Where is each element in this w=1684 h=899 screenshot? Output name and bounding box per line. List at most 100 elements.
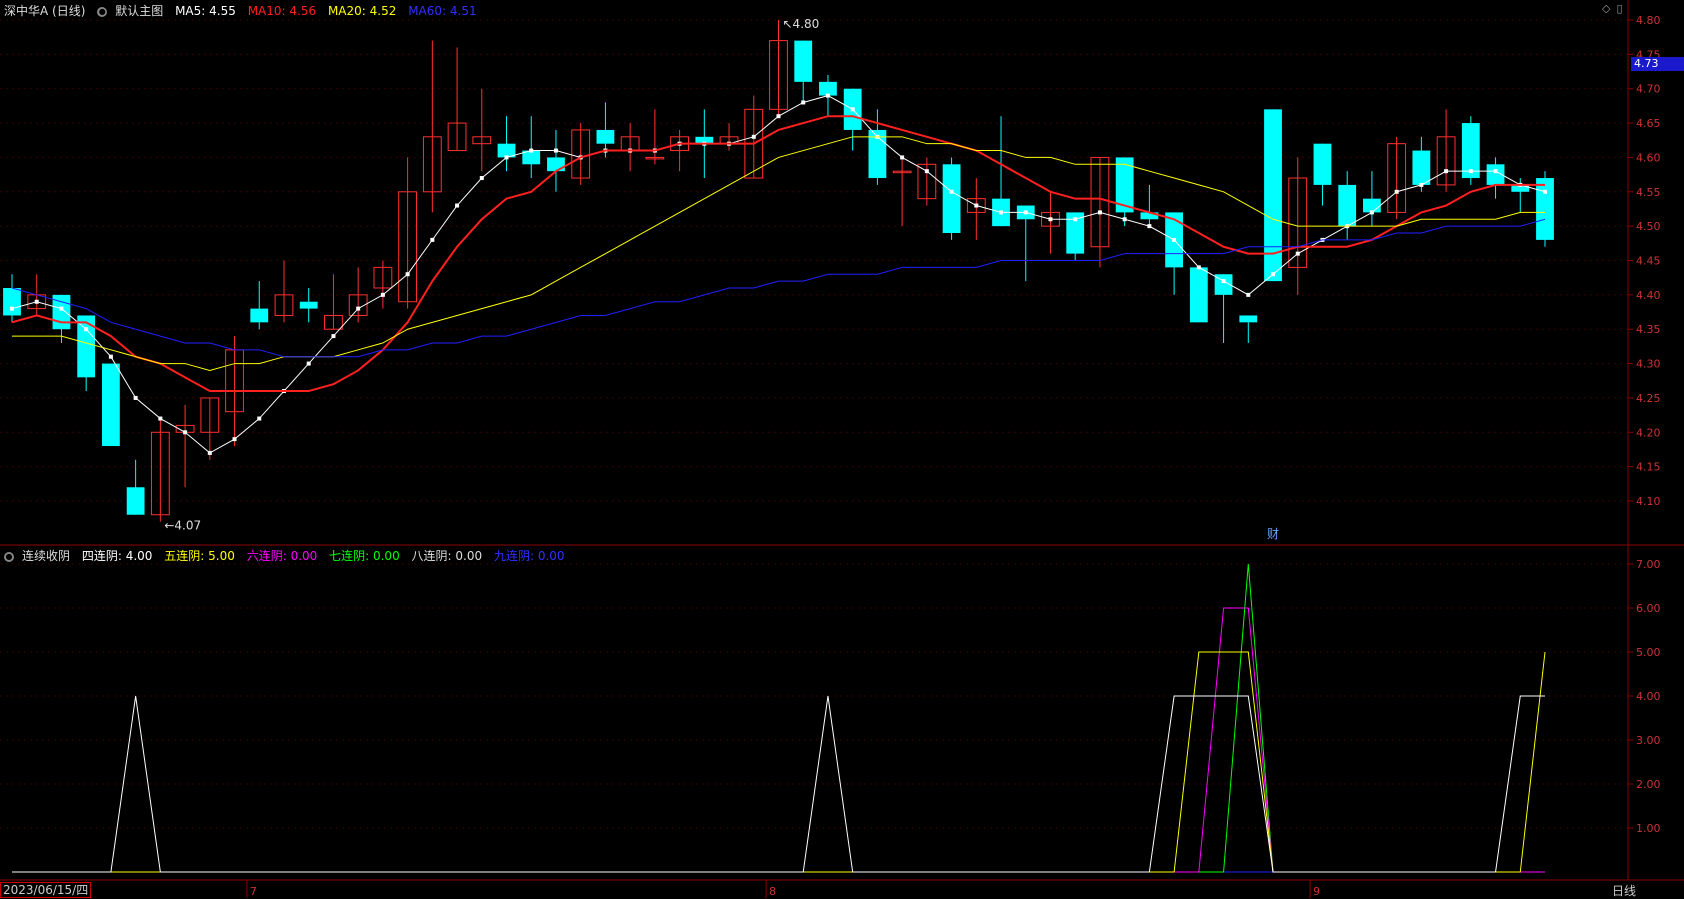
ma5-point bbox=[949, 189, 954, 194]
ma-line-ma60 bbox=[11, 218, 1546, 358]
y-tick-label: 4.15 bbox=[1636, 461, 1661, 474]
y-tick-label: 3.00 bbox=[1636, 734, 1661, 747]
ma5-point bbox=[1221, 279, 1226, 284]
ma5-point bbox=[1444, 169, 1449, 174]
current-price-tag: 4.73 bbox=[1631, 57, 1684, 71]
candle-body-down bbox=[1412, 150, 1431, 185]
ma5-point bbox=[1295, 251, 1300, 256]
candle-body-down bbox=[250, 308, 269, 323]
ma5-point bbox=[34, 299, 39, 304]
ma5-point bbox=[10, 306, 14, 311]
ma5-point bbox=[1493, 169, 1498, 174]
ma5-point bbox=[1271, 272, 1276, 277]
candle-body-down bbox=[1363, 198, 1381, 213]
y-tick-label: 4.50 bbox=[1636, 220, 1661, 233]
stock-title: 深中华A (日线) bbox=[4, 4, 86, 18]
corner-icons: ◇ ▯ bbox=[1596, 2, 1623, 15]
ma5-point bbox=[1246, 292, 1251, 297]
ma5-point bbox=[1023, 210, 1028, 215]
ma5-point bbox=[776, 114, 781, 119]
ind-8-label: 八连阴: 0.00 bbox=[411, 549, 483, 563]
ma5-point bbox=[430, 237, 435, 242]
ma5-point bbox=[825, 93, 830, 98]
ma5-point bbox=[405, 272, 410, 277]
y-tick-label: 4.60 bbox=[1636, 151, 1661, 164]
y-tick-label: 4.20 bbox=[1636, 426, 1661, 439]
ma5-point bbox=[84, 327, 89, 332]
ma5-point bbox=[850, 107, 855, 112]
ma60-label: MA60: 4.51 bbox=[408, 4, 477, 18]
ma5-point bbox=[801, 100, 806, 105]
candle-body-down bbox=[1264, 109, 1282, 282]
y-tick-label: 4.25 bbox=[1636, 392, 1661, 405]
indicator-line bbox=[12, 563, 1545, 873]
ma5-point bbox=[108, 354, 113, 359]
settings-icon[interactable]: ● bbox=[97, 6, 108, 17]
month-label: 7 bbox=[250, 885, 257, 898]
ma5-point bbox=[751, 134, 756, 139]
low-price-label: ←4.07 bbox=[164, 519, 201, 533]
ma5-point bbox=[183, 430, 188, 435]
ind-7-label: 七连阴: 0.00 bbox=[329, 549, 400, 563]
y-tick-label: 4.55 bbox=[1636, 186, 1661, 199]
ma5-point bbox=[1048, 217, 1053, 222]
month-label: 9 bbox=[1313, 885, 1320, 898]
indicator-settings-icon[interactable]: ● bbox=[4, 551, 14, 562]
ma5-point bbox=[1172, 237, 1177, 242]
y-tick-label: 4.80 bbox=[1636, 14, 1661, 27]
ind-6-label: 六连阴: 0.00 bbox=[246, 549, 318, 563]
ma5-point bbox=[504, 155, 509, 160]
candle-body-down bbox=[547, 157, 565, 172]
candle-body-down bbox=[1313, 143, 1332, 185]
ind-4-label: 四连阴: 4.00 bbox=[81, 549, 153, 563]
ma5-point bbox=[1073, 217, 1078, 222]
ma5-point bbox=[900, 155, 905, 160]
ma5-point bbox=[306, 361, 311, 366]
high-price-label: ↖4.80 bbox=[783, 17, 820, 31]
ma5-point bbox=[974, 203, 979, 208]
candle-body-down bbox=[596, 129, 615, 144]
candle-body-down bbox=[1239, 315, 1258, 323]
candle-body-down bbox=[126, 487, 145, 515]
diamond-icon[interactable]: ◇ bbox=[1602, 2, 1610, 15]
ma5-point bbox=[529, 148, 534, 153]
ma5-point bbox=[331, 334, 336, 339]
ma5-point bbox=[924, 169, 929, 174]
period-button[interactable]: 日线 bbox=[1612, 882, 1636, 899]
indicator-header: ● 连续收阴 四连阴: 4.00 五连阴: 5.00 六连阴: 0.00 七连阴:… bbox=[4, 547, 573, 564]
finance-marker: 财 bbox=[1267, 527, 1279, 541]
indicator-name[interactable]: 连续收阴 bbox=[22, 549, 70, 563]
ma5-point bbox=[356, 306, 361, 311]
ma5-label: MA5: 4.55 bbox=[175, 4, 236, 18]
candle-body-down bbox=[299, 301, 318, 309]
y-tick-label: 4.10 bbox=[1636, 495, 1661, 508]
candle-body-down bbox=[1536, 178, 1554, 240]
ma5-point bbox=[207, 450, 212, 455]
candle-body-down bbox=[1189, 267, 1208, 323]
chart-canvas: 4.804.754.704.654.604.554.504.454.404.35… bbox=[0, 0, 1684, 898]
ma5-point bbox=[999, 210, 1004, 215]
y-tick-label: 4.30 bbox=[1636, 358, 1661, 371]
ma5-point bbox=[553, 148, 558, 153]
ma5-point bbox=[1394, 189, 1399, 194]
ma5-point bbox=[59, 306, 64, 311]
ind-5-label: 五连阴: 5.00 bbox=[164, 549, 235, 563]
y-tick-label: 5.00 bbox=[1636, 646, 1661, 659]
y-tick-label: 4.45 bbox=[1636, 255, 1661, 268]
cursor-date: 2023/06/15/四 bbox=[0, 882, 92, 898]
ma5-point bbox=[1543, 189, 1547, 194]
y-tick-label: 4.70 bbox=[1636, 83, 1661, 96]
y-tick-label: 4.00 bbox=[1636, 690, 1661, 703]
main-chart-header: 深中华A (日线) ● 默认主图 MA5: 4.55 MA10: 4.56 MA2… bbox=[4, 2, 485, 19]
ma5-point bbox=[380, 292, 385, 297]
y-tick-label: 4.35 bbox=[1636, 323, 1661, 336]
ma5-point bbox=[133, 395, 138, 400]
expand-icon[interactable]: ▯ bbox=[1616, 2, 1622, 15]
ma5-point bbox=[1097, 210, 1102, 215]
ma10-label: MA10: 4.56 bbox=[247, 4, 317, 18]
template-name[interactable]: 默认主图 bbox=[115, 4, 163, 18]
ma5-point bbox=[1369, 210, 1374, 215]
ma20-label: MA20: 4.52 bbox=[327, 4, 397, 18]
ma5-point bbox=[455, 203, 460, 208]
month-label: 8 bbox=[769, 885, 776, 898]
